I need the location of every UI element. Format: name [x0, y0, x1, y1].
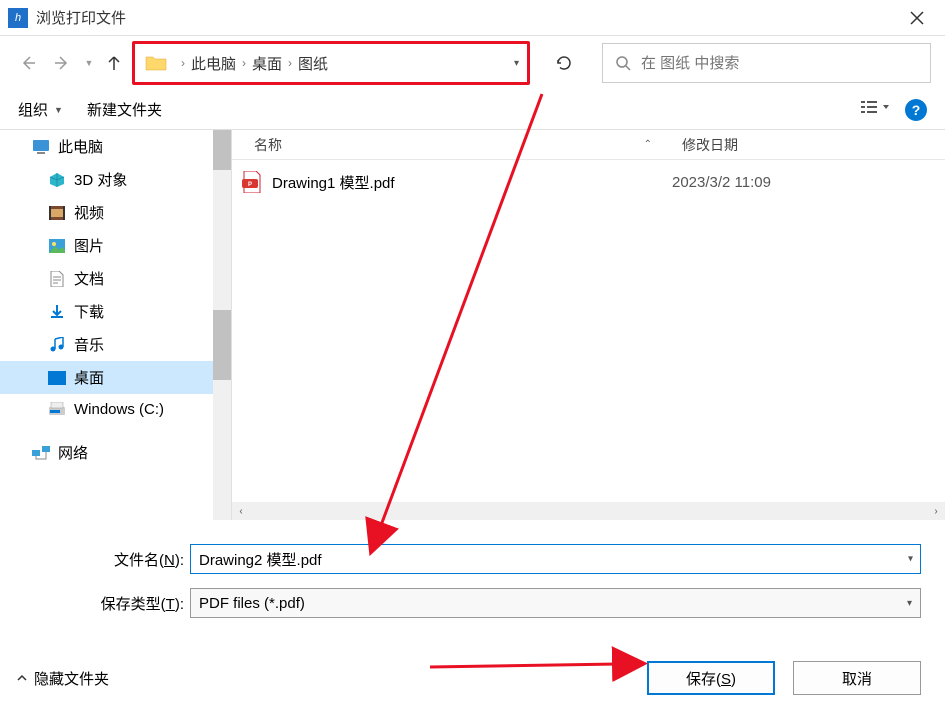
save-button[interactable]: 保存(S) [647, 661, 775, 695]
horizontal-scrollbar[interactable]: ‹ › [232, 502, 945, 520]
new-folder-label: 新建文件夹 [87, 99, 162, 120]
search-box[interactable] [602, 43, 931, 83]
file-name: Drawing1 模型.pdf [272, 172, 672, 193]
breadcrumb-bar[interactable]: › 此电脑 › 桌面 › 图纸 ▾ [132, 41, 530, 85]
breadcrumb-item[interactable]: 桌面 [252, 53, 282, 74]
file-date: 2023/3/2 11:09 [672, 174, 771, 191]
view-list-icon [861, 100, 889, 116]
breadcrumb-item[interactable]: 图纸 [298, 53, 328, 74]
picture-icon [48, 237, 66, 255]
refresh-button[interactable] [544, 45, 584, 81]
app-icon: h [8, 8, 28, 28]
file-row[interactable]: P Drawing1 模型.pdf 2023/3/2 11:09 [232, 166, 945, 198]
cube-icon [48, 171, 66, 189]
organize-menu[interactable]: 组织 ▼ [18, 99, 63, 120]
new-folder-button[interactable]: 新建文件夹 [87, 99, 162, 120]
tree-item-music[interactable]: 音乐 [0, 328, 231, 361]
chevron-right-icon: › [238, 56, 250, 70]
tree-item-3d[interactable]: 3D 对象 [0, 163, 231, 196]
tree-label: 网络 [58, 442, 88, 463]
folder-tree[interactable]: 此电脑 3D 对象 视频 图片 文档 下载 音乐 桌面 [0, 130, 232, 520]
column-headers[interactable]: 名称 ⌃ 修改日期 [232, 130, 945, 160]
scroll-left-icon[interactable]: ‹ [232, 502, 250, 520]
tree-item-pictures[interactable]: 图片 [0, 229, 231, 262]
video-icon [48, 204, 66, 222]
window-title: 浏览打印文件 [36, 7, 897, 28]
column-name[interactable]: 名称 ⌃ [232, 135, 672, 155]
filetype-value: PDF files (*.pdf) [199, 595, 305, 612]
desktop-icon [48, 369, 66, 387]
music-icon [48, 336, 66, 354]
refresh-icon [555, 54, 573, 72]
document-icon [48, 270, 66, 288]
tree-label: 下载 [74, 301, 104, 322]
hide-folders-label: 隐藏文件夹 [34, 668, 109, 689]
tree-label: 3D 对象 [74, 169, 127, 190]
filename-label: 文件名(N): [24, 549, 190, 570]
tree-label: 文档 [74, 268, 104, 289]
help-button[interactable]: ? [905, 99, 927, 121]
tree-item-desktop[interactable]: 桌面 [0, 361, 231, 394]
arrow-right-icon [53, 54, 71, 72]
tree-item-drive-c[interactable]: Windows (C:) [0, 394, 231, 424]
filetype-label: 保存类型(T): [24, 593, 190, 614]
download-icon [48, 303, 66, 321]
tree-item-network[interactable]: 网络 [0, 436, 231, 469]
tree-item-downloads[interactable]: 下载 [0, 295, 231, 328]
close-icon [910, 11, 924, 25]
tree-label: 视频 [74, 202, 104, 223]
forward-button[interactable] [48, 49, 76, 77]
view-menu[interactable] [861, 100, 889, 119]
tree-label: 此电脑 [58, 136, 103, 157]
tree-label: Windows (C:) [74, 401, 164, 418]
organize-label: 组织 [18, 99, 48, 120]
chevron-down-icon[interactable]: ▾ [514, 58, 519, 69]
pc-icon [32, 138, 50, 156]
filetype-select[interactable]: PDF files (*.pdf) ▾ [190, 588, 921, 618]
pdf-icon: P [242, 171, 262, 193]
file-list[interactable]: P Drawing1 模型.pdf 2023/3/2 11:09 [232, 160, 945, 502]
tree-label: 图片 [74, 235, 104, 256]
cancel-button[interactable]: 取消 [793, 661, 921, 695]
sort-indicator: ⌃ [644, 139, 652, 150]
back-button[interactable] [14, 49, 42, 77]
chevron-down-icon: ▼ [54, 105, 63, 115]
tree-item-documents[interactable]: 文档 [0, 262, 231, 295]
search-input[interactable] [641, 55, 918, 72]
hide-folders-toggle[interactable]: 隐藏文件夹 [16, 668, 109, 689]
search-icon [615, 55, 631, 71]
network-icon [32, 444, 50, 462]
tree-label: 音乐 [74, 334, 104, 355]
arrow-left-icon [19, 54, 37, 72]
scroll-right-icon[interactable]: › [927, 502, 945, 520]
folder-icon [145, 54, 167, 72]
column-date[interactable]: 修改日期 [672, 135, 945, 155]
sidebar-scrollbar[interactable] [213, 130, 231, 520]
breadcrumb-item[interactable]: 此电脑 [191, 53, 236, 74]
recent-dropdown[interactable]: ▼ [82, 49, 96, 77]
tree-label: 桌面 [74, 367, 104, 388]
chevron-down-icon: ▾ [907, 598, 912, 609]
chevron-right-icon: › [177, 56, 189, 70]
tree-item-this-pc[interactable]: 此电脑 [0, 130, 231, 163]
chevron-right-icon: › [284, 56, 296, 70]
arrow-up-icon [106, 54, 122, 72]
close-button[interactable] [897, 0, 937, 36]
up-button[interactable] [102, 49, 126, 77]
filename-input[interactable] [190, 544, 921, 574]
chevron-up-icon [16, 672, 28, 684]
svg-text:P: P [248, 182, 252, 188]
tree-item-video[interactable]: 视频 [0, 196, 231, 229]
drive-icon [48, 400, 66, 418]
